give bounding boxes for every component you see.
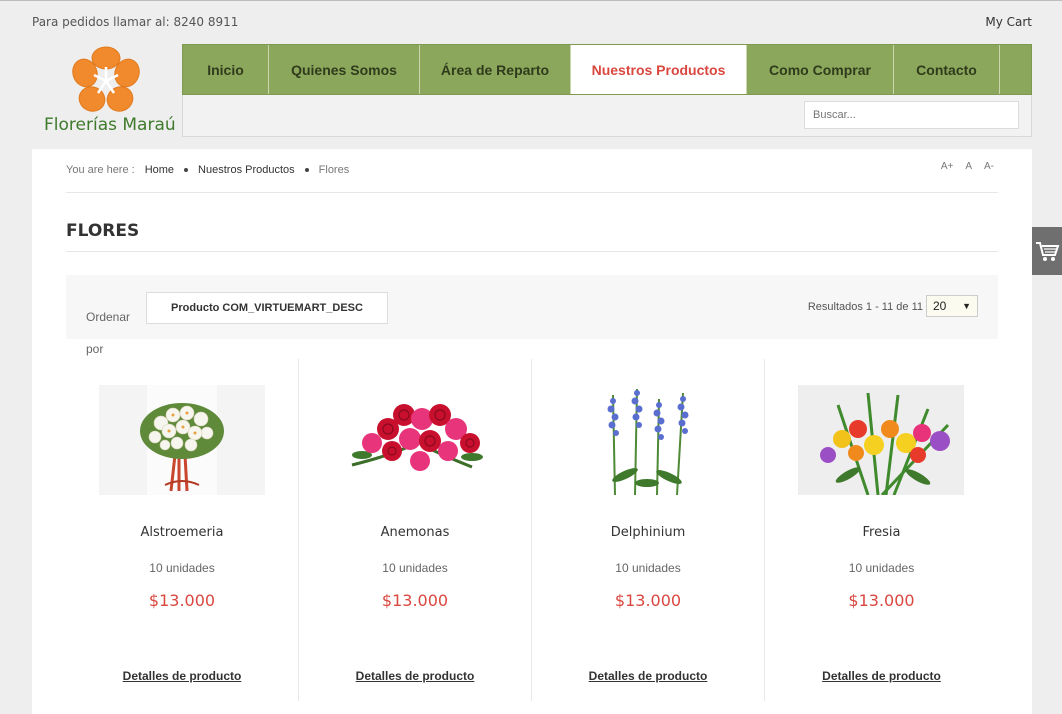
product-grid: Alstroemeria 10 unidades $13.000 Detalle… <box>66 359 998 701</box>
chevron-down-icon: ▼ <box>962 301 971 311</box>
page-title: FLORES <box>66 221 140 241</box>
product-price: $13.000 <box>848 591 915 610</box>
product-image[interactable] <box>565 385 731 495</box>
product-price: $13.000 <box>381 591 449 610</box>
font-decrease-button[interactable]: A- <box>984 161 994 172</box>
product-card: Delphinium 10 unidades $13.000 Detalles … <box>532 359 765 701</box>
product-card: Alstroemeria 10 unidades $13.000 Detalle… <box>66 359 299 701</box>
breadcrumb-current: Flores <box>318 164 350 176</box>
nav-item-como-comprar[interactable]: Como Comprar <box>747 45 894 94</box>
red-pink-roses-image <box>332 385 498 495</box>
product-name[interactable]: Anemonas <box>299 525 531 540</box>
search-bar <box>182 95 1032 137</box>
side-cart-button[interactable] <box>1032 227 1062 275</box>
brand-name: Florerías Maraú <box>44 115 176 135</box>
breadcrumb-separator <box>184 168 189 172</box>
limit-value: 20 <box>933 299 947 313</box>
product-card: Fresia 10 unidades $13.000 Detalles de p… <box>765 359 998 701</box>
logo[interactable]: Florerías Maraú <box>38 45 178 137</box>
breadcrumb: You are here : Home Nuestros Productos F… <box>66 164 349 176</box>
product-name[interactable]: Alstroemeria <box>66 525 298 540</box>
order-bar: Ordenar por Producto COM_VIRTUEMART_DESC… <box>66 275 998 356</box>
product-details-link[interactable]: Detalles de producto <box>299 669 531 683</box>
nav-item-contacto[interactable]: Contacto <box>894 45 1000 94</box>
product-price: $13.000 <box>148 591 216 610</box>
product-image[interactable] <box>332 385 498 495</box>
product-details-link[interactable]: Detalles de producto <box>532 669 764 683</box>
product-card: Anemonas 10 unidades $13.000 Detalles de… <box>299 359 532 701</box>
cart-icon <box>1036 242 1060 261</box>
main-content: You are here : Home Nuestros Productos F… <box>32 149 1032 714</box>
top-bar: Para pedidos llamar al: 8240 8911 My Car… <box>0 1 1062 43</box>
search-input[interactable] <box>804 101 1019 129</box>
product-units: 10 unidades <box>615 561 681 575</box>
product-units: 10 unidades <box>382 561 448 575</box>
breadcrumb-separator <box>304 168 309 172</box>
phone-text: Para pedidos llamar al: 8240 8911 <box>32 15 239 29</box>
results-limit-select[interactable]: 20 ▼ <box>926 295 978 317</box>
nav-item-quienes-somos[interactable]: Quienes Somos <box>269 45 420 94</box>
order-by-select[interactable]: Producto COM_VIRTUEMART_DESC <box>146 292 388 324</box>
flower-logo-icon <box>72 46 140 112</box>
product-name[interactable]: Fresia <box>765 525 998 540</box>
breadcrumb-home[interactable]: Home <box>145 164 174 176</box>
nav-item-nuestros-productos[interactable]: Nuestros Productos <box>571 45 747 94</box>
breadcrumb-nuestros-productos[interactable]: Nuestros Productos <box>198 164 295 176</box>
product-details-link[interactable]: Detalles de producto <box>66 669 298 683</box>
font-size-controls: A+ A A- <box>941 161 994 172</box>
order-label: Ordenar por <box>86 310 131 356</box>
product-units: 10 unidades <box>848 561 915 575</box>
product-name[interactable]: Delphinium <box>532 525 764 540</box>
font-increase-button[interactable]: A+ <box>941 161 954 172</box>
divider <box>66 192 998 193</box>
product-details-link[interactable]: Detalles de producto <box>765 669 998 683</box>
product-price: $13.000 <box>614 591 682 610</box>
results-count: Resultados 1 - 11 de 11 <box>807 301 923 313</box>
colorful-freesia-image <box>798 385 964 495</box>
breadcrumb-prefix: You are here : <box>66 164 135 176</box>
product-image[interactable] <box>99 385 265 495</box>
nav-item-inicio[interactable]: Inicio <box>183 45 269 94</box>
product-units: 10 unidades <box>149 561 215 575</box>
product-image[interactable] <box>798 385 964 495</box>
my-cart-link[interactable]: My Cart <box>985 15 1032 29</box>
divider <box>66 251 998 252</box>
white-bouquet-image <box>99 385 265 495</box>
nav-item-area-de-reparto[interactable]: Área de Reparto <box>420 45 571 94</box>
font-reset-button[interactable]: A <box>965 161 972 172</box>
main-nav: Inicio Quienes Somos Área de Reparto Nue… <box>182 44 1032 95</box>
blue-delphinium-image <box>565 385 731 495</box>
